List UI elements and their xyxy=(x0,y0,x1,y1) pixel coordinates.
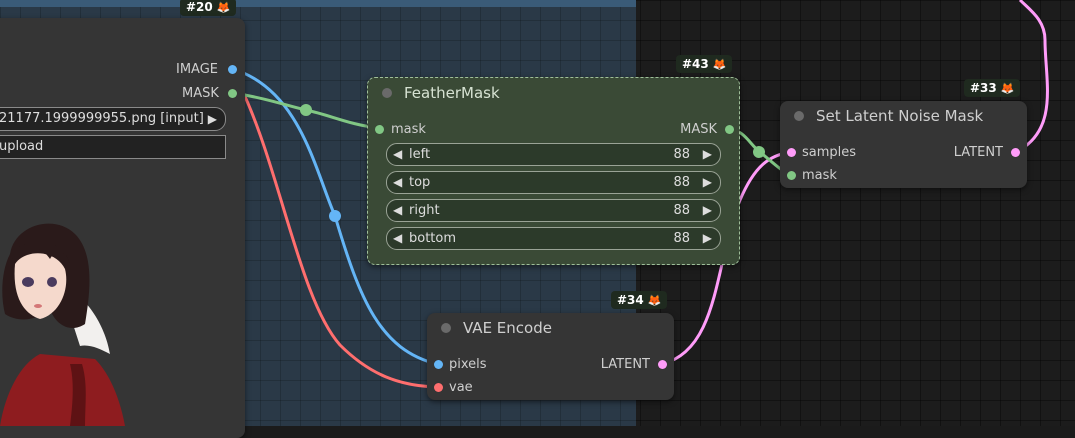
image-next-icon[interactable]: ▶ xyxy=(208,108,217,130)
output-latent-slot[interactable] xyxy=(658,360,667,369)
image-selector[interactable]: 21177.1999999955.png [input] ▶ xyxy=(0,107,226,131)
increment-icon[interactable]: ▶ xyxy=(703,200,712,221)
input-samples-slot[interactable] xyxy=(787,148,796,157)
decrement-icon[interactable]: ◀ xyxy=(393,228,402,249)
widget-value[interactable]: 88 xyxy=(673,228,690,249)
node-badge-vae-encode: #34 🦊 xyxy=(611,291,668,309)
widget-label: top xyxy=(409,175,431,190)
widget-label: right xyxy=(409,203,440,218)
input-pixels-label: pixels xyxy=(449,357,487,372)
output-latent-label: LATENT xyxy=(953,145,1003,160)
output-mask-label: MASK xyxy=(182,86,219,101)
widget-value[interactable]: 88 xyxy=(673,144,690,165)
fox-icon: 🦊 xyxy=(216,1,231,14)
output-image-slot[interactable] xyxy=(228,65,237,74)
input-mask-slot[interactable] xyxy=(787,171,796,180)
output-image-label: IMAGE xyxy=(176,62,219,77)
fox-icon: 🦊 xyxy=(712,58,727,71)
fox-icon: 🦊 xyxy=(1000,82,1015,95)
image-preview xyxy=(0,223,125,426)
node-badge-load-image: #20 🦊 xyxy=(180,0,237,16)
input-samples-label: samples xyxy=(802,145,857,160)
increment-icon[interactable]: ▶ xyxy=(703,172,712,193)
node-title: Set Latent Noise Mask xyxy=(816,107,984,125)
node-badge-set-latent-noise-mask: #33 🦊 xyxy=(964,79,1021,97)
increment-icon[interactable]: ▶ xyxy=(703,228,712,249)
upload-label: upload xyxy=(0,139,44,154)
output-latent-label: LATENT xyxy=(600,357,650,372)
widget-value[interactable]: 88 xyxy=(673,172,690,193)
feathermask-node[interactable]: FeatherMask mask MASK ◀ left 88 ▶ ◀ top … xyxy=(367,77,740,265)
link-image-midpoint xyxy=(329,210,341,222)
input-vae-label: vae xyxy=(449,380,473,395)
widget-label: bottom xyxy=(409,231,457,246)
widget-label: left xyxy=(409,147,431,162)
output-latent-slot[interactable] xyxy=(1011,148,1020,157)
image-filename: 21177.1999999955.png [input] xyxy=(0,111,204,126)
set-latent-noise-mask-node[interactable]: Set Latent Noise Mask samples mask LATEN… xyxy=(780,101,1027,188)
upload-button[interactable]: upload xyxy=(0,135,226,159)
input-pixels-slot[interactable] xyxy=(434,360,443,369)
badge-id: #20 xyxy=(186,0,213,14)
link-mask-load-midpoint xyxy=(300,104,312,116)
node-badge-feathermask: #43 🦊 xyxy=(676,55,733,73)
decrement-icon[interactable]: ◀ xyxy=(393,144,402,165)
output-mask-slot[interactable] xyxy=(228,89,237,98)
widget-top[interactable]: ◀ top 88 ▶ xyxy=(386,171,721,194)
badge-id: #43 xyxy=(682,57,709,71)
widget-left[interactable]: ◀ left 88 ▶ xyxy=(386,143,721,166)
input-mask-label: mask xyxy=(802,168,837,183)
increment-icon[interactable]: ▶ xyxy=(703,144,712,165)
decrement-icon[interactable]: ◀ xyxy=(393,200,402,221)
vae-encode-node[interactable]: VAE Encode pixels vae LATENT xyxy=(427,313,674,400)
input-mask-slot[interactable] xyxy=(375,125,384,134)
output-mask-label: MASK xyxy=(680,122,717,137)
widget-value[interactable]: 88 xyxy=(673,200,690,221)
widget-right[interactable]: ◀ right 88 ▶ xyxy=(386,199,721,222)
load-image-node[interactable]: IMAGE MASK 21177.1999999955.png [input] … xyxy=(0,18,245,438)
node-title: FeatherMask xyxy=(404,84,500,102)
fox-icon: 🦊 xyxy=(647,294,662,307)
link-mask-midpoint xyxy=(753,146,765,158)
badge-id: #33 xyxy=(970,81,997,95)
badge-id: #34 xyxy=(617,293,644,307)
decrement-icon[interactable]: ◀ xyxy=(393,172,402,193)
input-vae-slot[interactable] xyxy=(434,383,443,392)
node-title: VAE Encode xyxy=(463,319,552,337)
input-mask-label: mask xyxy=(391,122,426,137)
widget-bottom[interactable]: ◀ bottom 88 ▶ xyxy=(386,227,721,250)
output-mask-slot[interactable] xyxy=(725,125,734,134)
